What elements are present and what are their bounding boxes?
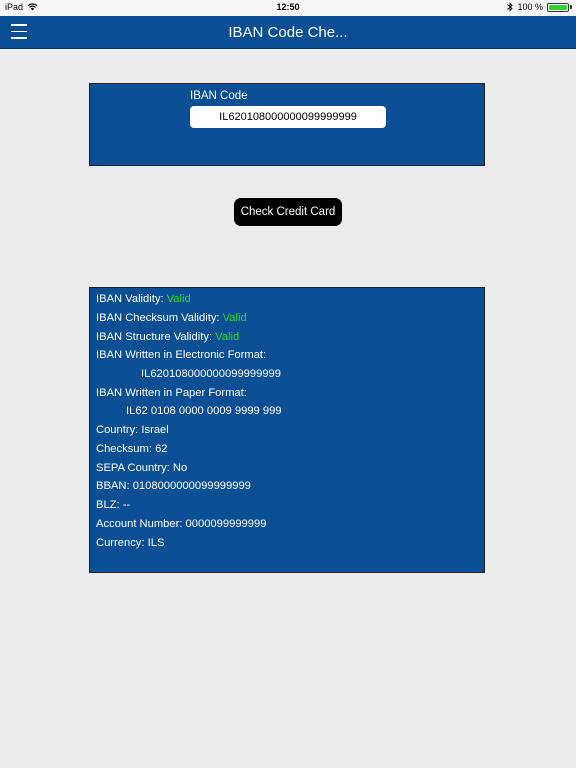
iban-input-panel: IBAN Code bbox=[89, 83, 485, 166]
bluetooth-icon bbox=[507, 2, 514, 12]
sepa-value: No bbox=[172, 462, 188, 474]
result-checksum: Checksum: 62 bbox=[96, 443, 168, 455]
result-checksum-validity: IBAN Checksum Validity: Valid bbox=[96, 312, 247, 324]
iban-input[interactable] bbox=[190, 106, 386, 128]
result-country: Country: Israel bbox=[96, 424, 169, 436]
checksum-validity-value: Valid bbox=[222, 312, 247, 324]
nav-bar: IBAN Code Che... bbox=[0, 16, 576, 49]
iban-input-label: IBAN Code bbox=[190, 90, 248, 102]
account-number-value: 0000099999999 bbox=[185, 518, 267, 530]
currency-value: ILS bbox=[147, 537, 165, 549]
clock: 12:50 bbox=[276, 2, 300, 12]
result-sepa: SEPA Country: No bbox=[96, 462, 188, 474]
result-iban-validity: IBAN Validity: Valid bbox=[96, 293, 191, 305]
result-paper-label: IBAN Written in Paper Format: bbox=[96, 387, 247, 399]
result-bban: BBAN: 0108000000099999999 bbox=[96, 480, 251, 492]
result-currency: Currency: ILS bbox=[96, 537, 165, 549]
result-paper-value: IL62 0108 0000 0009 9999 999 bbox=[126, 405, 282, 417]
page-title: IBAN Code Che... bbox=[228, 24, 348, 41]
blz-value: -- bbox=[122, 499, 131, 511]
battery-percent: 100 % bbox=[517, 2, 543, 12]
battery-icon bbox=[547, 2, 569, 12]
result-electronic-label: IBAN Written in Electronic Format: bbox=[96, 349, 267, 361]
country-value: Israel bbox=[141, 424, 169, 436]
battery-level bbox=[549, 4, 567, 10]
status-bar: iPad 12:50 100 % bbox=[0, 0, 576, 16]
result-account-number: Account Number: 0000099999999 bbox=[96, 518, 267, 530]
bban-value: 0108000000099999999 bbox=[132, 480, 251, 492]
result-electronic-value: IL620108000000099999999 bbox=[141, 368, 281, 380]
results-panel: IBAN Validity: Valid IBAN Checksum Valid… bbox=[89, 287, 485, 573]
iban-validity-value: Valid bbox=[166, 293, 191, 305]
battery-tip bbox=[570, 5, 572, 9]
structure-validity-value: Valid bbox=[215, 331, 240, 343]
check-button[interactable]: Check Credit Card bbox=[234, 198, 342, 226]
status-right: 100 % bbox=[507, 2, 572, 12]
result-structure-validity: IBAN Structure Validity: Valid bbox=[96, 331, 240, 343]
result-blz: BLZ: -- bbox=[96, 499, 131, 511]
checksum-value: 62 bbox=[155, 443, 168, 455]
